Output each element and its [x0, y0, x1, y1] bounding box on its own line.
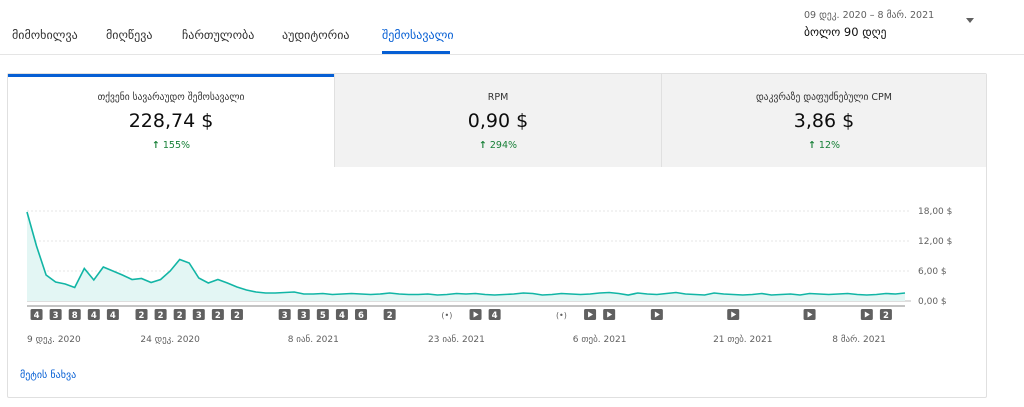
tab-overview[interactable]: მიმოხილვა	[12, 28, 78, 42]
upload-count-label: 4	[110, 311, 116, 321]
upload-count-label: 5	[320, 311, 326, 321]
upload-count-label: 4	[91, 311, 97, 321]
series-area	[27, 212, 905, 301]
x-tick-label: 24 დეკ. 2020	[140, 335, 200, 345]
upload-count-label: 2	[158, 311, 164, 321]
upload-count-label: 2	[387, 311, 393, 321]
x-tick-label: 8 იან. 2021	[288, 334, 339, 345]
x-tick-label: 23 იან. 2021	[428, 334, 485, 345]
y-tick-label: 6,00 $	[918, 267, 947, 277]
upload-count-label: 2	[215, 311, 221, 321]
live-stream-icon: (•)	[556, 311, 567, 320]
upload-count-label: 3	[301, 311, 307, 321]
upload-count-label: 4	[339, 311, 345, 321]
tab-reach[interactable]: მიღწევა	[106, 28, 152, 42]
tab-revenue[interactable]: შემოსავალი	[382, 28, 454, 42]
x-tick-label: 21 თებ. 2021	[713, 334, 772, 345]
see-more-link[interactable]: მეტის ნახვა	[20, 370, 76, 381]
tab-audience[interactable]: აუდიტორია	[282, 28, 350, 42]
active-tab-indicator	[382, 51, 450, 54]
date-range-selector[interactable]: 09 დეკ. 2020 – 8 მარ. 2021 ბოლო 90 დღე	[804, 10, 994, 39]
upload-count-label: 2	[177, 311, 183, 321]
x-tick-label: 9 დეკ. 2020	[27, 335, 81, 345]
upload-count-label: 3	[196, 311, 202, 321]
y-tick-label: 18,00 $	[918, 207, 952, 217]
live-stream-icon: (•)	[441, 311, 452, 320]
upload-count-label: 8	[72, 311, 78, 321]
date-range-label: ბოლო 90 დღე	[804, 25, 887, 39]
y-tick-label: 12,00 $	[918, 237, 952, 247]
upload-count-label: 4	[492, 311, 498, 321]
revenue-card: თქვენი სავარაუდო შემოსავალი 228,74 $ ↑ 15…	[7, 73, 987, 398]
top-navigation: მიმოხილვა მიღწევა ჩართულობა აუდიტორია შე…	[0, 0, 1024, 55]
upload-count-label: 2	[139, 311, 145, 321]
tab-engagement[interactable]: ჩართულობა	[182, 28, 254, 42]
upload-count-label: 3	[282, 311, 288, 321]
upload-count-label: 3	[53, 311, 59, 321]
upload-count-label: 6	[358, 311, 364, 321]
upload-count-label: 4	[34, 311, 40, 321]
y-tick-label: 0,00 $	[918, 297, 947, 307]
dropdown-caret-icon[interactable]	[966, 18, 974, 23]
x-tick-label: 6 თებ. 2021	[573, 334, 627, 345]
upload-count-label: 2	[883, 311, 889, 321]
upload-count-label: 2	[234, 311, 240, 321]
revenue-chart[interactable]: 18,00 $ 12,00 $ 6,00 $ 0,00 $ 4 3 8 4 4 2 2 2 3 2 2 3 3 5…	[8, 74, 986, 364]
x-tick-label: 8 მარ. 2021	[832, 334, 886, 345]
